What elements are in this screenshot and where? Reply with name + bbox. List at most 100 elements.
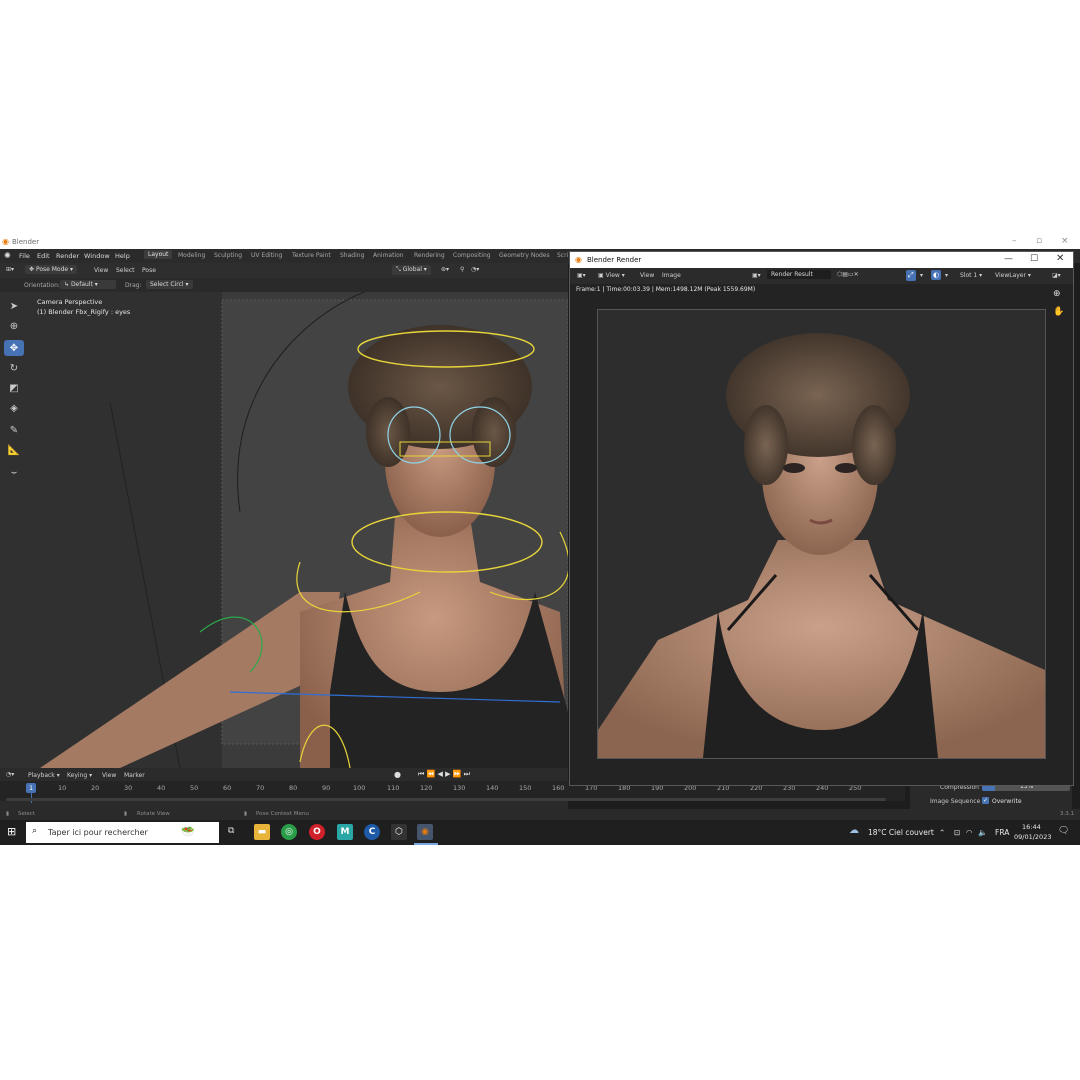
blender-menu-icon[interactable]: ✺: [4, 251, 11, 260]
render-close-icon[interactable]: ✕: [1056, 253, 1064, 264]
maya-icon[interactable]: M: [337, 824, 353, 840]
close-icon[interactable]: ×: [1061, 236, 1069, 246]
timeline-scrollbar[interactable]: [6, 798, 886, 801]
move-tool[interactable]: ✥: [4, 340, 24, 356]
menu-view[interactable]: View: [94, 267, 108, 274]
menu-window[interactable]: Window: [84, 252, 110, 260]
transform-orientation-dropdown[interactable]: ⤡ Global ▾: [392, 265, 431, 275]
tab-animation[interactable]: Animation: [373, 252, 404, 259]
marker-menu[interactable]: Marker: [124, 772, 145, 779]
language-indicator[interactable]: FRA: [995, 828, 1009, 837]
image-actions-icons[interactable]: ⬡▤▭✕: [837, 271, 859, 278]
editor-type-icon[interactable]: ⊞▾: [6, 266, 14, 273]
render-image-menu[interactable]: Image: [662, 272, 681, 279]
timeline-view-menu[interactable]: View: [102, 772, 116, 779]
render-maximize-icon[interactable]: ☐: [1030, 254, 1038, 264]
menu-select[interactable]: Select: [116, 267, 135, 274]
render-window: ◉ Blender Render — ☐ ✕ ▣▾ ▣ View ▾ View …: [569, 251, 1074, 786]
playback-controls[interactable]: ⏮ ⏪ ◀ ▶ ⏩ ⏭: [418, 770, 470, 779]
task-view-icon[interactable]: ⧉: [228, 826, 234, 836]
chrome-icon[interactable]: ◎: [281, 824, 297, 840]
taskbar-search[interactable]: ⌕ Taper ici pour rechercher 🥗: [26, 822, 219, 843]
tray-chevron-icon[interactable]: ⌃: [939, 828, 945, 837]
cursor-3d-icon: ⊕: [9, 320, 19, 332]
keying-menu[interactable]: Keying ▾: [67, 772, 92, 779]
rotate-tool[interactable]: ↻: [4, 360, 24, 376]
gizmo-toggle-icon[interactable]: ⤢: [906, 270, 916, 281]
tab-texture-paint[interactable]: Texture Paint: [292, 252, 331, 259]
render-info-text: Frame:1 | Time:00:03.39 | Mem:1498.12M (…: [576, 286, 756, 293]
pivot-icon[interactable]: ⊛▾: [441, 266, 449, 273]
annotate-tool[interactable]: ✎: [4, 422, 24, 438]
zoom-icon[interactable]: ⊕: [1053, 289, 1061, 299]
viewlayer-dropdown[interactable]: ViewLayer ▾: [995, 272, 1031, 279]
tab-scripting[interactable]: Scri: [557, 252, 568, 259]
proportional-edit-icon[interactable]: ◔▾: [471, 266, 479, 273]
snap-icon[interactable]: ⚲: [460, 266, 464, 273]
tab-modeling[interactable]: Modeling: [178, 252, 205, 259]
drag-dropdown[interactable]: Select Circl ▾: [146, 280, 193, 289]
relax-tool[interactable]: ⌣: [4, 464, 24, 480]
tab-compositing[interactable]: Compositing: [453, 252, 491, 259]
slot-dropdown[interactable]: Slot 1 ▾: [960, 272, 982, 279]
menu-edit[interactable]: Edit: [37, 252, 50, 260]
menu-pose[interactable]: Pose: [142, 267, 156, 274]
render-view-menu[interactable]: View: [640, 272, 654, 279]
minimize-icon[interactable]: –: [1012, 236, 1017, 246]
tab-sculpting[interactable]: Sculpting: [214, 252, 242, 259]
timeline-editor-type-icon[interactable]: ◔▾: [6, 771, 14, 778]
playback-menu[interactable]: Playback ▾: [28, 772, 60, 779]
menu-help[interactable]: Help: [115, 252, 130, 260]
view-mode-dropdown[interactable]: ▣ View ▾: [598, 272, 625, 279]
weather-text[interactable]: 18°C Ciel couvert: [868, 828, 934, 837]
notification-icon[interactable]: 🗨: [1058, 826, 1069, 836]
search-icon: ⌕: [32, 826, 38, 836]
render-result-field[interactable]: Render Result: [767, 270, 831, 279]
overlay-toggle-icon[interactable]: ◐: [931, 270, 942, 280]
opera-icon[interactable]: O: [309, 824, 325, 840]
display-channels-icon[interactable]: ◪▾: [1052, 272, 1061, 279]
menu-render[interactable]: Render: [56, 252, 79, 260]
cursor-tool[interactable]: ⊕: [4, 318, 24, 334]
view-mode-label: View: [605, 272, 620, 279]
3d-viewport[interactable]: Camera Perspective (1) Blender Fbx_Rigif…: [0, 292, 568, 768]
tab-rendering[interactable]: Rendering: [414, 252, 445, 259]
blender-app-icon[interactable]: ◉: [417, 824, 433, 840]
gizmo-dropdown-icon[interactable]: ▾: [920, 272, 923, 279]
network-icon[interactable]: ⊡: [954, 828, 960, 837]
tab-uv-editing[interactable]: UV Editing: [251, 252, 282, 259]
mode-dropdown[interactable]: ✥ Pose Mode ▾: [25, 265, 78, 274]
image-browse-icon[interactable]: ▣▾: [752, 272, 761, 279]
tab-geometry-nodes[interactable]: Geometry Nodes: [499, 252, 550, 259]
render-minimize-icon[interactable]: —: [1004, 254, 1013, 264]
maximize-icon[interactable]: ▫: [1036, 236, 1042, 246]
weather-icon[interactable]: ☁: [849, 825, 859, 836]
render-image[interactable]: [597, 309, 1046, 759]
c-app-icon[interactable]: C: [364, 824, 380, 840]
clock-date[interactable]: 09/01/2023: [1014, 833, 1051, 841]
orientation-dropdown[interactable]: ↳ Default ▾: [60, 280, 116, 289]
scale-tool[interactable]: ◩: [4, 380, 24, 396]
playback-label: Playback: [28, 772, 55, 779]
record-icon[interactable]: ●: [394, 770, 401, 779]
menu-file[interactable]: File: [19, 252, 30, 260]
measure-tool[interactable]: 📐: [4, 442, 24, 458]
windows-taskbar: ⊞ ⌕ Taper ici pour rechercher 🥗 ⧉ ▬ ◎ O …: [0, 820, 1080, 845]
hand-icon[interactable]: ✋: [1053, 307, 1064, 317]
windows-start-icon[interactable]: ⊞: [7, 825, 16, 838]
overlay-dropdown-icon[interactable]: ▾: [945, 272, 948, 279]
box-app-icon[interactable]: ⬡: [391, 824, 407, 840]
select-tool[interactable]: ➤: [4, 298, 24, 314]
tab-layout[interactable]: Layout: [144, 250, 173, 259]
clock-time[interactable]: 16:44: [1022, 823, 1041, 831]
current-frame-indicator[interactable]: 1: [26, 783, 37, 793]
image-editor-type-icon[interactable]: ▣▾: [577, 272, 586, 279]
render-eye-right: [835, 463, 857, 473]
overwrite-checkbox[interactable]: ✓: [982, 797, 989, 804]
transform-tool[interactable]: ◈: [4, 400, 24, 416]
wifi-icon[interactable]: ◠: [966, 828, 973, 837]
volume-icon[interactable]: 🔈: [978, 828, 987, 837]
render-window-title: Blender Render: [587, 256, 642, 264]
explorer-icon[interactable]: ▬: [254, 824, 270, 840]
tab-shading[interactable]: Shading: [340, 252, 364, 259]
